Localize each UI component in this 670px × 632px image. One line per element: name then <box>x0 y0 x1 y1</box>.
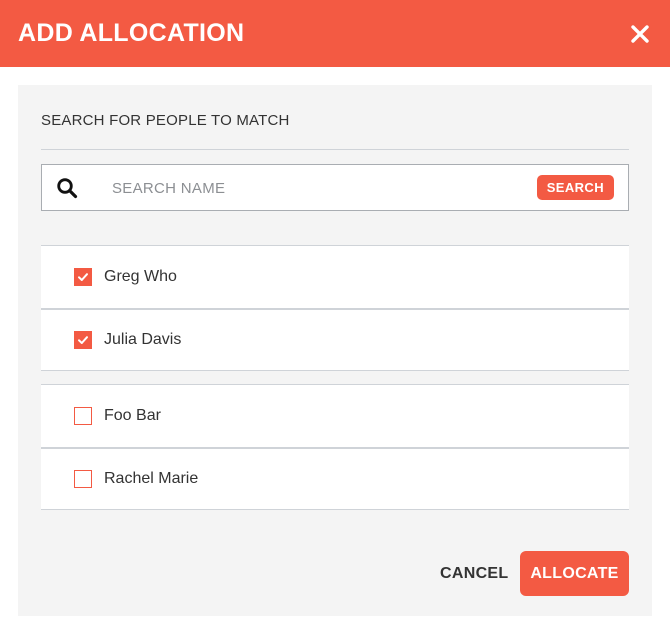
checkmark-icon <box>78 336 88 344</box>
checkbox-unchecked[interactable] <box>74 470 92 488</box>
allocate-button[interactable]: ALLOCATE <box>520 551 629 596</box>
close-icon[interactable] <box>628 22 652 46</box>
checkbox-checked[interactable] <box>74 268 92 286</box>
search-button[interactable]: SEARCH <box>536 175 614 200</box>
search-icon <box>56 177 78 199</box>
checkbox-checked[interactable] <box>74 331 92 349</box>
divider <box>41 149 629 150</box>
dialog-header: ADD ALLOCATION <box>0 0 670 67</box>
person-row[interactable]: Julia Davis <box>41 308 629 370</box>
person-row[interactable]: Greg Who <box>41 246 629 308</box>
search-input[interactable] <box>110 173 524 203</box>
person-name: Julia Davis <box>104 331 182 348</box>
person-row[interactable]: Foo Bar <box>41 385 629 447</box>
search-bar: SEARCH <box>41 164 629 211</box>
selected-people-list: Greg Who Julia Davis <box>41 245 629 371</box>
checkmark-icon <box>78 273 88 281</box>
person-name: Foo Bar <box>104 407 161 424</box>
person-row[interactable]: Rachel Marie <box>41 447 629 509</box>
dialog-title: ADD ALLOCATION <box>18 19 245 47</box>
dialog-body: SEARCH FOR PEOPLE TO MATCH SEARCH Greg W… <box>18 85 652 616</box>
search-section-label: SEARCH FOR PEOPLE TO MATCH <box>41 112 290 129</box>
checkbox-unchecked[interactable] <box>74 407 92 425</box>
person-name: Rachel Marie <box>104 470 199 487</box>
available-people-list: Foo Bar Rachel Marie <box>41 384 629 510</box>
person-name: Greg Who <box>104 268 177 285</box>
cancel-button[interactable]: CANCEL <box>432 551 516 596</box>
